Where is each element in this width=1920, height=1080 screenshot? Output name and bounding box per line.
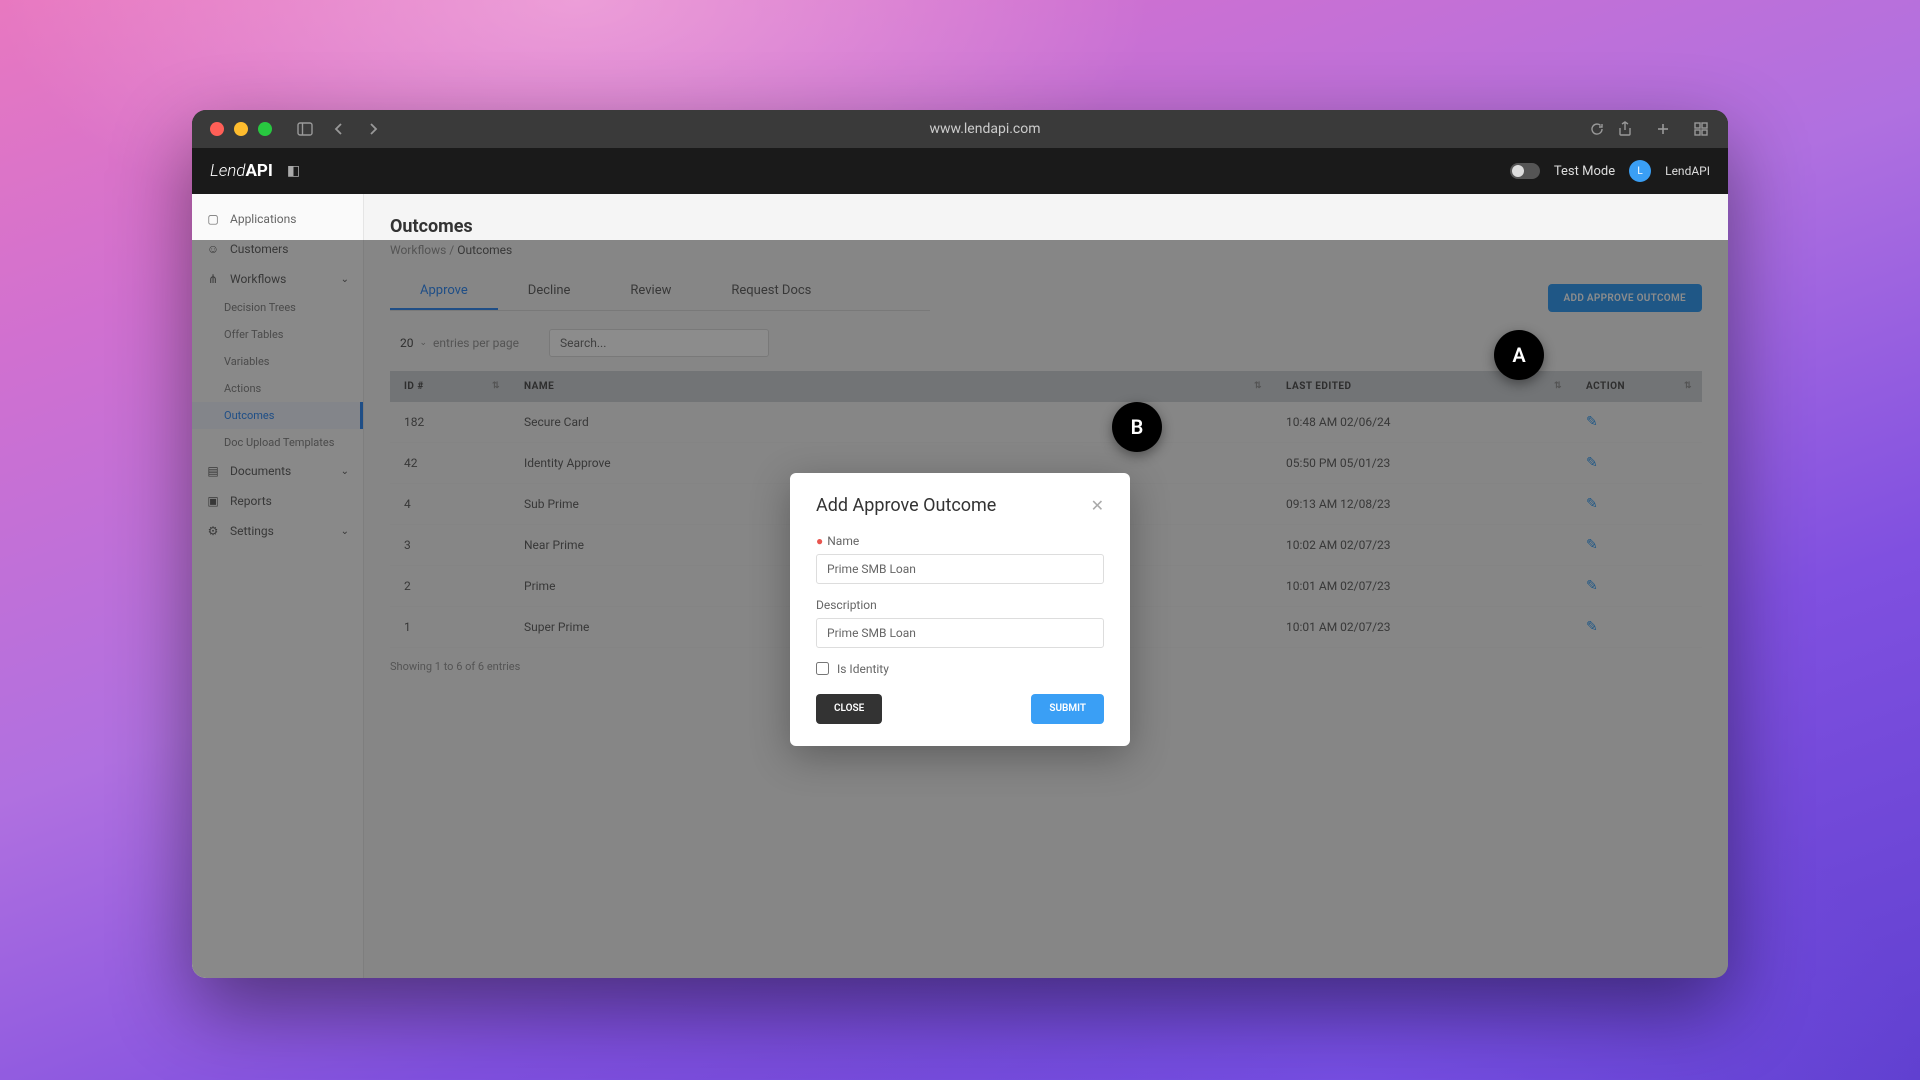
new-tab-icon[interactable] xyxy=(1654,120,1672,138)
traffic-lights xyxy=(210,122,272,136)
modal-title: Add Approve Outcome xyxy=(816,495,996,516)
app-topbar: LendAPI ◧ Test Mode L LendAPI xyxy=(192,148,1728,194)
description-label: Description xyxy=(816,598,1104,612)
test-mode-toggle[interactable] xyxy=(1510,163,1540,179)
annotation-marker-a: A xyxy=(1494,330,1544,380)
user-avatar[interactable]: L xyxy=(1629,160,1651,182)
app-root: LendAPI ◧ Test Mode L LendAPI ▢Applicati… xyxy=(192,148,1728,978)
modal-close-button[interactable]: CLOSE xyxy=(816,694,882,724)
browser-window: www.lendapi.com LendAPI ◧ Test Mode L Le… xyxy=(192,110,1728,978)
name-label: ●Name xyxy=(816,534,1104,548)
reload-icon[interactable] xyxy=(1588,120,1606,138)
sidebar-item-applications[interactable]: ▢Applications xyxy=(192,204,363,234)
brand-logo: LendAPI xyxy=(210,161,273,181)
sidebar-toggle-icon[interactable] xyxy=(296,120,314,138)
browser-titlebar: www.lendapi.com xyxy=(192,110,1728,148)
back-icon[interactable] xyxy=(330,120,348,138)
applications-icon: ▢ xyxy=(206,212,220,226)
share-icon[interactable] xyxy=(1616,120,1634,138)
description-input[interactable] xyxy=(816,618,1104,648)
name-input[interactable] xyxy=(816,554,1104,584)
is-identity-label: Is Identity xyxy=(837,662,889,676)
close-icon[interactable]: ✕ xyxy=(1091,496,1104,515)
collapse-sidebar-icon[interactable]: ◧ xyxy=(287,163,300,179)
minimize-window-button[interactable] xyxy=(234,122,248,136)
url-bar[interactable]: www.lendapi.com xyxy=(392,121,1578,137)
page-title: Outcomes xyxy=(390,216,1702,237)
user-name: LendAPI xyxy=(1665,164,1710,178)
modal-submit-button[interactable]: SUBMIT xyxy=(1031,694,1104,724)
annotation-marker-b: B xyxy=(1112,402,1162,452)
add-outcome-modal: Add Approve Outcome ✕ ●Name Description … xyxy=(790,473,1130,746)
close-window-button[interactable] xyxy=(210,122,224,136)
test-mode-label: Test Mode xyxy=(1554,164,1615,179)
maximize-window-button[interactable] xyxy=(258,122,272,136)
is-identity-checkbox[interactable] xyxy=(816,662,829,675)
tabs-overview-icon[interactable] xyxy=(1692,120,1710,138)
forward-icon[interactable] xyxy=(364,120,382,138)
